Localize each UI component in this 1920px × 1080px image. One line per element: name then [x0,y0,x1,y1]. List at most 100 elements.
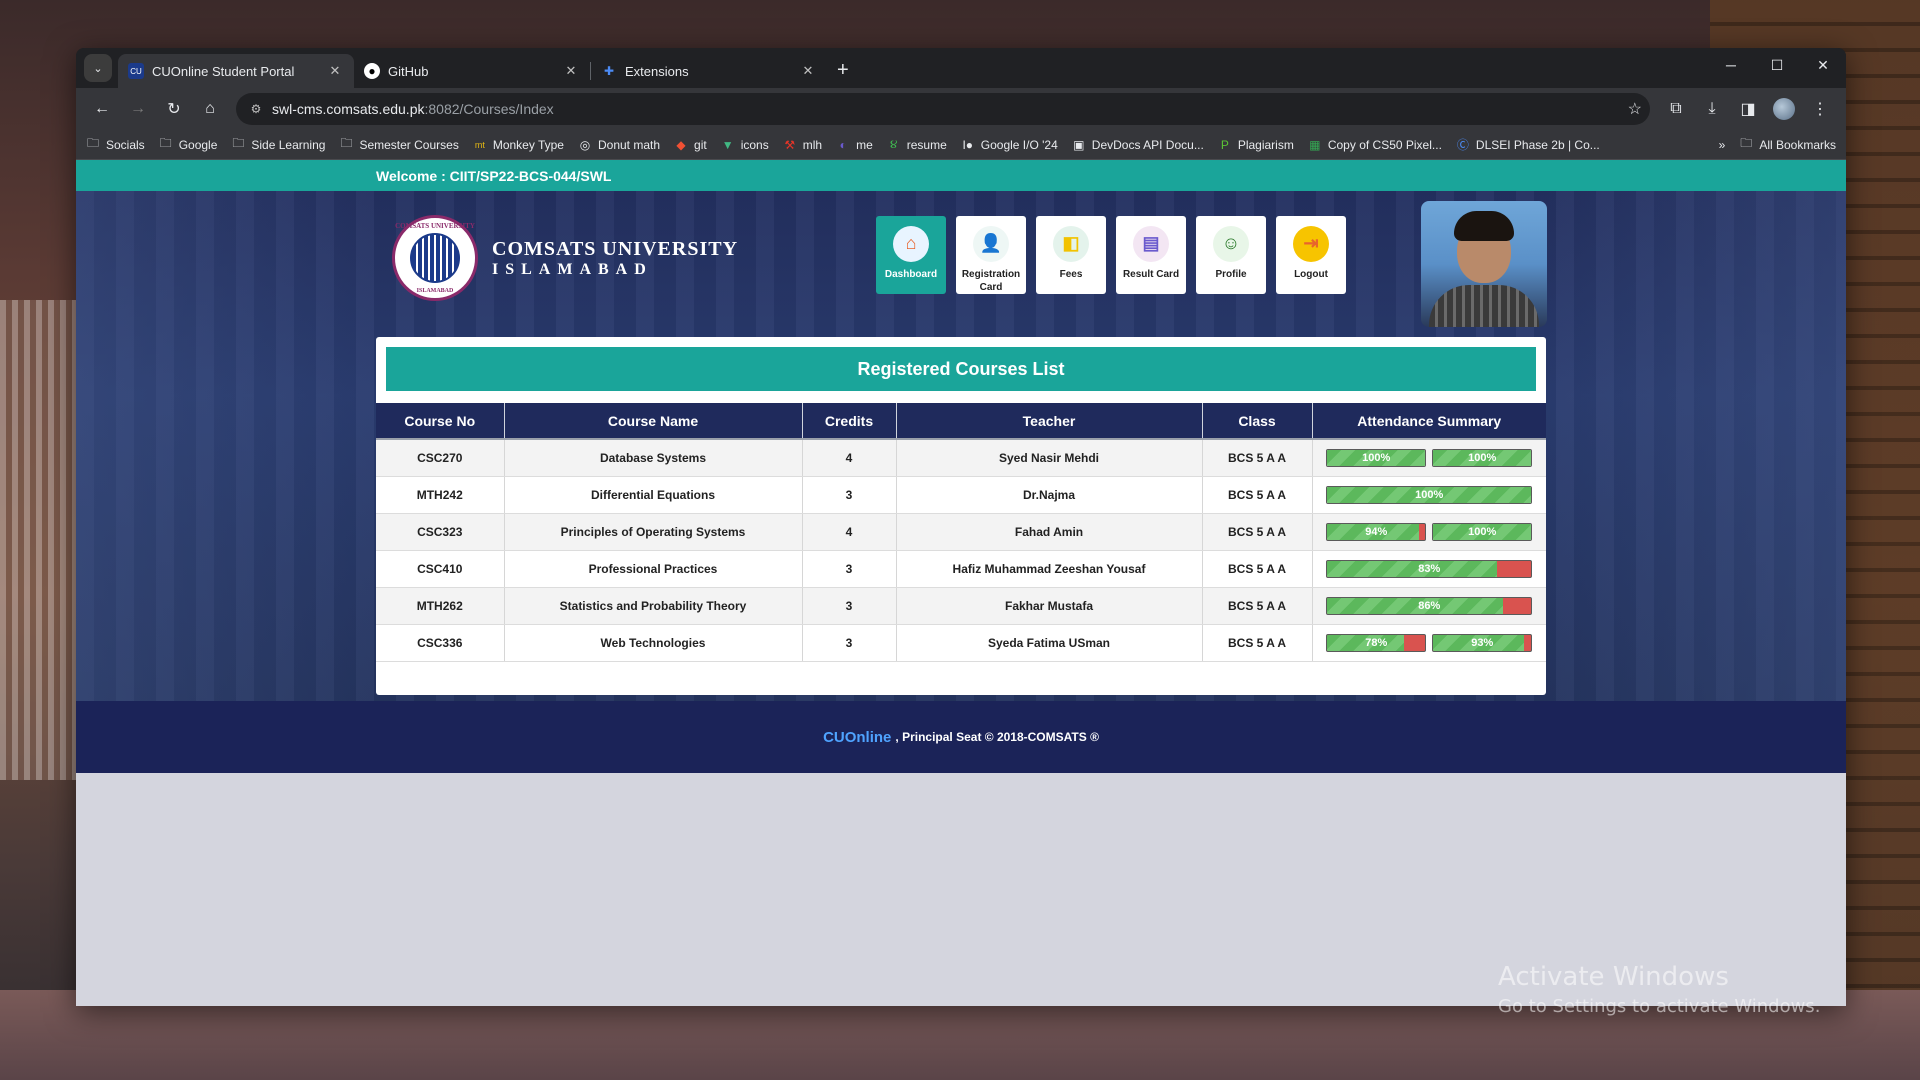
class-cell: BCS 5 A A [1202,438,1313,477]
tab-search-button[interactable]: ⌄ [84,54,112,82]
teacher-cell: Fakhar Mustafa [896,587,1203,625]
table-row: MTH262 Statistics and Probability Theory 3… [376,587,1546,625]
bookmark-resume[interactable]: ૪ resume [887,137,947,152]
bookmark-devdocs[interactable]: ▣ DevDocs API Docu... [1072,138,1204,152]
io-icon: I● [962,137,974,152]
attendance-bar[interactable]: 100% [1326,485,1533,504]
tab-cuonline[interactable]: CU CUOnline Student Portal ✕ [118,54,354,88]
university-logo[interactable]: COMSATS UNIVERSITY ISLAMABAD COMSATS UNI… [392,215,738,301]
nav-fees[interactable]: ◧ Fees [1036,216,1106,294]
bookmark-mlh[interactable]: ⚒ mlh [783,138,822,152]
extensions-icon[interactable]: ⧉ [1660,93,1692,125]
new-tab-button[interactable]: + [827,59,859,88]
bookmark-cs50-pixel[interactable]: ▦ Copy of CS50 Pixel... [1308,138,1442,152]
attendance-bar[interactable]: 78% [1326,633,1427,652]
comsats-seal-icon: COMSATS UNIVERSITY ISLAMABAD [392,215,478,301]
url-text: swl-cms.comsats.edu.pk:8082/Courses/Inde… [272,101,554,117]
table-row: CSC410 Professional Practices 3 Hafiz Muham… [376,550,1546,588]
maximize-icon[interactable]: ☐ [1754,48,1800,82]
forward-arrow-icon[interactable]: → [122,93,154,125]
attendance-bar[interactable]: 100% [1432,522,1533,541]
hero-shade-left [76,191,376,701]
all-bookmarks-button[interactable]: 🗀 All Bookmarks [1739,134,1836,155]
bookmarks-overflow-button[interactable]: » [1719,138,1726,152]
course-name-cell: Statistics and Probability Theory [504,587,803,625]
attendance-bar[interactable]: 94% [1326,522,1427,541]
nav-logout[interactable]: ⇥ Logout [1276,216,1346,294]
tab-extensions[interactable]: ✚ Extensions ✕ [591,54,827,88]
course-no-cell: CSC336 [376,624,505,662]
nav-profile[interactable]: ☺ Profile [1196,216,1266,294]
bookmark-google[interactable]: 🗀 Google [159,134,218,155]
col-class: Class [1202,403,1313,439]
attendance-label: 83% [1418,562,1441,575]
folder-icon: 🗀 [232,136,245,150]
attendance-bar[interactable]: 100% [1432,448,1533,467]
footer-brand-link[interactable]: CUOnline [823,729,891,746]
bookmark-git[interactable]: ◆ git [674,137,706,152]
course-name-cell: Principles of Operating Systems [504,513,803,551]
bookmarks-bar: 🗀 Socials 🗀 Google 🗀 Side Learning 🗀 Semeste… [76,130,1846,160]
windows-activation-watermark: Activate Windows Go to Settings to activ… [1498,962,1820,1017]
watermark-title: Activate Windows [1498,962,1729,992]
bookmark-star-icon[interactable]: ☆ [1628,99,1642,119]
bookmark-plagiarism[interactable]: P Plagiarism [1218,138,1294,152]
footer-text: , Principal Seat © 2018-COMSATS ® [895,730,1099,744]
desktop-fence [0,300,76,780]
site-info-icon[interactable]: ⚙ [244,102,268,116]
bookmark-monkey-type[interactable]: mt Monkey Type [473,138,564,152]
attendance-bar[interactable]: 93% [1432,633,1533,652]
attendance-bar[interactable]: 100% [1326,448,1427,467]
back-arrow-icon[interactable]: ← [86,93,118,125]
tab-github[interactable]: ● GitHub ✕ [354,54,590,88]
home-icon: ⌂ [893,226,929,262]
home-button-icon[interactable]: ⌂ [194,93,226,125]
profile-avatar[interactable] [1768,93,1800,125]
bookmark-socials[interactable]: 🗀 Socials [86,134,145,155]
class-cell: BCS 5 A A [1202,513,1313,551]
attendance-label: 78% [1365,636,1388,649]
nav-registration-card[interactable]: 👤 Registration Card [956,216,1026,294]
bookmark-side-learning[interactable]: 🗀 Side Learning [231,134,325,155]
attendance-label: 94% [1365,525,1388,538]
bookmark-me[interactable]: ◐ me [836,138,872,152]
menu-dots-icon[interactable]: ⋮ [1804,93,1836,125]
minimize-icon[interactable]: ─ [1708,48,1754,82]
close-window-icon[interactable]: ✕ [1800,48,1846,82]
attendance-bar[interactable]: 83% [1326,559,1533,578]
bookmark-donut-math[interactable]: ◎ Donut math [578,138,660,152]
close-icon[interactable]: ✕ [799,63,817,79]
registered-courses-panel: Registered Courses List Course No Course… [376,337,1546,695]
course-name-cell: Database Systems [504,438,803,477]
teacher-cell: Syed Nasir Mehdi [896,438,1203,477]
class-cell: BCS 5 A A [1202,476,1313,514]
nav-label: Result Card [1122,269,1180,280]
download-icon[interactable]: ⤓ [1696,93,1728,125]
close-icon[interactable]: ✕ [326,63,344,79]
hero-shade-right [1546,191,1846,701]
close-icon[interactable]: ✕ [562,63,580,79]
bookmark-icons[interactable]: ▼ icons [721,138,769,152]
tab-title: Extensions [625,63,689,79]
fees-icon: ◧ [1053,226,1089,262]
table-row: CSC323 Principles of Operating Systems 4 Fa… [376,513,1546,551]
address-bar[interactable]: ⚙ swl-cms.comsats.edu.pk:8082/Courses/In… [236,93,1650,125]
bookmark-semester-courses[interactable]: 🗀 Semester Courses [339,134,458,155]
credits-cell: 4 [802,513,897,551]
seal-text-top: COMSATS UNIVERSITY [395,222,475,230]
course-name-cell: Web Technologies [504,624,803,662]
teacher-cell: Fahad Amin [896,513,1203,551]
reload-icon[interactable]: ↻ [158,93,190,125]
nav-label: Fees [1059,269,1083,280]
nav-dashboard[interactable]: ⌂ Dashboard [876,216,946,294]
bookmark-google-io[interactable]: I● Google I/O '24 [961,137,1057,152]
resume-icon: ૪ [890,137,898,151]
nav-result-card[interactable]: ▤ Result Card [1116,216,1186,294]
git-icon: ◆ [676,137,686,152]
teacher-cell: Syeda Fatima USman [896,624,1203,662]
photo-shirt [1429,285,1539,327]
side-panel-icon[interactable]: ◨ [1732,93,1764,125]
bookmark-dlsei[interactable]: Ⓒ DLSEI Phase 2b | Co... [1456,136,1600,153]
attendance-label: 100% [1415,488,1444,501]
attendance-bar[interactable]: 86% [1326,596,1533,615]
